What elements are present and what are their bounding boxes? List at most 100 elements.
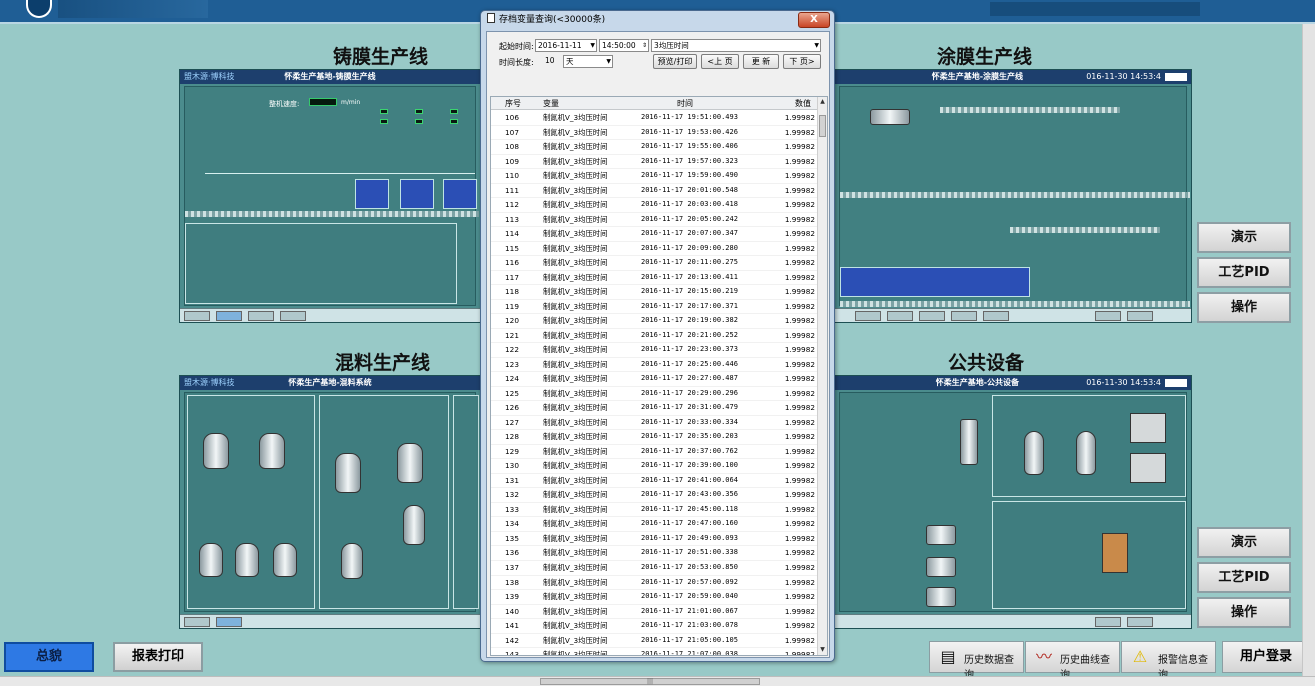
table-row[interactable]: 130 制氮机V_3均压时间 2016-11-17 20:39:00.100 1.99… [491, 459, 819, 474]
table-row[interactable]: 132 制氮机V_3均压时间 2016-11-17 20:43:00.356 1.99… [491, 488, 819, 503]
scrollbar-thumb[interactable] [819, 115, 826, 137]
alarm-query-button[interactable]: ⚠ 报警信息查询 [1121, 641, 1216, 681]
table-row[interactable]: 120 制氮机V_3均压时间 2016-11-17 20:19:00.382 1.99… [491, 314, 819, 329]
footer-tab[interactable] [887, 311, 913, 321]
footer-tab[interactable] [1095, 311, 1121, 321]
footer-tab[interactable] [919, 311, 945, 321]
window-vertical-scrollbar[interactable] [1302, 24, 1315, 676]
footer-tab[interactable] [983, 311, 1009, 321]
table-row[interactable]: 138 制氮机V_3均压时间 2016-11-17 20:57:00.092 1.99… [491, 576, 819, 591]
preview-print-button[interactable]: 预览/打印 [653, 54, 697, 69]
operate-button[interactable]: 操作 [1197, 292, 1291, 323]
row-variable: 制氮机V_3均压时间 [543, 316, 608, 326]
footer-tab[interactable] [951, 311, 977, 321]
scroll-down-icon[interactable]: ▼ [818, 645, 827, 655]
operate-button[interactable]: 操作 [1197, 597, 1291, 628]
table-row[interactable]: 131 制氮机V_3均压时间 2016-11-17 20:41:00.064 1.99… [491, 474, 819, 489]
table-row[interactable]: 129 制氮机V_3均压时间 2016-11-17 20:37:00.762 1.99… [491, 445, 819, 460]
footer-tab[interactable] [184, 617, 210, 627]
table-row[interactable]: 117 制氮机V_3均压时间 2016-11-17 20:13:00.411 1.99… [491, 271, 819, 286]
casting-line-panel[interactable]: 盟木源·博科技 怀柔生产基地-铸膜生产线 整机速度: m/min [179, 69, 481, 323]
table-row[interactable]: 108 制氮机V_3均压时间 2016-11-17 19:55:00.406 1.99… [491, 140, 819, 155]
table-row[interactable]: 115 制氮机V_3均压时间 2016-11-17 20:09:00.280 1.99… [491, 242, 819, 257]
archive-data-table[interactable]: 序号 变量 时间 数值 106 制氮机V_3均压时间 2016-11-17 19:5… [490, 96, 828, 656]
curve-chart-icon: 〰 [1035, 647, 1052, 666]
table-row[interactable]: 112 制氮机V_3均压时间 2016-11-17 20:03:00.418 1.99… [491, 198, 819, 213]
start-date-picker[interactable]: 2016-11-11 ▼ [535, 39, 597, 52]
table-scrollbar[interactable]: ▲ ▼ [817, 97, 827, 655]
table-row[interactable]: 125 制氮机V_3均压时间 2016-11-17 20:29:00.296 1.99… [491, 387, 819, 402]
row-variable: 制氮机V_3均压时间 [543, 635, 608, 645]
table-row[interactable]: 127 制氮机V_3均压时间 2016-11-17 20:33:00.334 1.99… [491, 416, 819, 431]
public-equipment-panel[interactable]: 怀柔生产基地-公共设备 016-11-30 14:53:4 [834, 375, 1192, 629]
table-row[interactable]: 142 制氮机V_3均压时间 2016-11-17 21:05:00.105 1.99… [491, 634, 819, 649]
table-row[interactable]: 135 制氮机V_3均压时间 2016-11-17 20:49:00.093 1.99… [491, 532, 819, 547]
table-row[interactable]: 107 制氮机V_3均压时间 2016-11-17 19:53:00.426 1.99… [491, 126, 819, 141]
history-data-button[interactable]: ▤ 历史数据查询 [929, 641, 1024, 681]
start-time-spinner[interactable]: 14:50:00 ⇕ [599, 39, 649, 52]
demo-button[interactable]: 演示 [1197, 527, 1291, 558]
table-row[interactable]: 133 制氮机V_3均压时间 2016-11-17 20:45:00.118 1.99… [491, 503, 819, 518]
table-row[interactable]: 116 制氮机V_3均压时间 2016-11-17 20:11:00.275 1.99… [491, 256, 819, 271]
dialog-titlebar[interactable]: 存档变量查询(<30000条) [487, 13, 605, 27]
table-row[interactable]: 111 制氮机V_3均压时间 2016-11-17 20:01:00.548 1.99… [491, 184, 819, 199]
variable-select[interactable]: 3均压时间 ▼ [651, 39, 821, 52]
table-row[interactable]: 141 制氮机V_3均压时间 2016-11-17 21:03:00.078 1.99… [491, 619, 819, 634]
archive-query-dialog[interactable]: 存档变量查询(<30000条) X 起始时间: 2016-11-11 ▼ 14:5… [480, 10, 835, 662]
table-row[interactable]: 114 制氮机V_3均压时间 2016-11-17 20:07:00.347 1.99… [491, 227, 819, 242]
scroll-up-icon[interactable]: ▲ [818, 97, 827, 107]
table-row[interactable]: 139 制氮机V_3均压时间 2016-11-17 20:59:00.040 1.99… [491, 590, 819, 605]
table-row[interactable]: 110 制氮机V_3均压时间 2016-11-17 19:59:00.490 1.99… [491, 169, 819, 184]
footer-tab[interactable] [855, 311, 881, 321]
demo-button[interactable]: 演示 [1197, 222, 1291, 253]
prev-page-button[interactable]: <上 页 [701, 54, 739, 69]
next-page-button[interactable]: 下 页> [783, 54, 821, 69]
table-row[interactable]: 128 制氮机V_3均压时间 2016-11-17 20:35:00.203 1.99… [491, 430, 819, 445]
refresh-button[interactable]: 更 新 [743, 54, 779, 69]
table-row[interactable]: 121 制氮机V_3均压时间 2016-11-17 20:21:00.252 1.99… [491, 329, 819, 344]
row-value: 1.99982 [784, 345, 815, 355]
table-row[interactable]: 137 制氮机V_3均压时间 2016-11-17 20:53:00.850 1.99… [491, 561, 819, 576]
table-row[interactable]: 122 制氮机V_3均压时间 2016-11-17 20:23:00.373 1.99… [491, 343, 819, 358]
column-header-time[interactable]: 时间 [677, 98, 693, 109]
table-row[interactable]: 143 制氮机V_3均压时间 2016-11-17 21:07:00.038 1.99… [491, 648, 819, 655]
row-index: 113 [505, 214, 519, 224]
table-row[interactable]: 126 制氮机V_3均压时间 2016-11-17 20:31:00.479 1.99… [491, 401, 819, 416]
footer-tab[interactable] [248, 311, 274, 321]
coating-line-panel[interactable]: 怀柔生产基地-涂膜生产线 016-11-30 14:53:4 [834, 69, 1192, 323]
table-row[interactable]: 124 制氮机V_3均压时间 2016-11-17 20:27:00.487 1.99… [491, 372, 819, 387]
table-row[interactable]: 134 制氮机V_3均压时间 2016-11-17 20:47:00.160 1.99… [491, 517, 819, 532]
user-login-button[interactable]: 用户登录 [1222, 641, 1310, 673]
report-print-button[interactable]: 报表打印 [113, 642, 203, 672]
table-row[interactable]: 136 制氮机V_3均压时间 2016-11-17 20:51:00.338 1.99… [491, 546, 819, 561]
time-length-input[interactable]: 10 [543, 55, 563, 68]
table-row[interactable]: 123 制氮机V_3均压时间 2016-11-17 20:25:00.446 1.99… [491, 358, 819, 373]
footer-tab[interactable] [184, 311, 210, 321]
table-row[interactable]: 119 制氮机V_3均压时间 2016-11-17 20:17:00.371 1.99… [491, 300, 819, 315]
history-curve-button[interactable]: 〰 历史曲线查询 [1025, 641, 1120, 681]
dialog-body: 起始时间: 2016-11-11 ▼ 14:50:00 ⇕ 3均压时间 ▼ 时间长度:… [486, 31, 830, 658]
table-row[interactable]: 109 制氮机V_3均压时间 2016-11-17 19:57:00.323 1.99… [491, 155, 819, 170]
column-header-variable[interactable]: 变量 [543, 98, 559, 109]
mixing-vessel [335, 453, 361, 493]
window-horizontal-scrollbar[interactable]: ||| [0, 676, 1315, 686]
footer-tab[interactable] [280, 311, 306, 321]
footer-tab-active[interactable] [216, 311, 242, 321]
table-row[interactable]: 106 制氮机V_3均压时间 2016-11-17 19:51:00.493 1.99… [491, 111, 819, 126]
process-pid-button[interactable]: 工艺PID [1197, 257, 1291, 288]
table-row[interactable]: 140 制氮机V_3均压时间 2016-11-17 21:01:00.067 1.99… [491, 605, 819, 620]
column-header-index[interactable]: 序号 [505, 98, 521, 109]
time-unit-select[interactable]: 天 ▼ [563, 55, 613, 68]
footer-tab[interactable] [1095, 617, 1121, 627]
process-pid-button[interactable]: 工艺PID [1197, 562, 1291, 593]
table-row[interactable]: 118 制氮机V_3均压时间 2016-11-17 20:15:00.219 1.99… [491, 285, 819, 300]
column-header-value[interactable]: 数值 [795, 98, 811, 109]
row-value: 1.99982 [784, 577, 815, 587]
overview-button[interactable]: 总貌 [4, 642, 94, 672]
close-button[interactable]: X [798, 12, 830, 28]
footer-tab-active[interactable] [216, 617, 242, 627]
mixing-line-panel[interactable]: 盟木源·博科技 怀柔生产基地-混料系统 [179, 375, 481, 629]
row-index: 130 [505, 461, 519, 471]
scrollbar-thumb[interactable]: ||| [540, 678, 760, 685]
table-row[interactable]: 113 制氮机V_3均压时间 2016-11-17 20:05:00.242 1.99… [491, 213, 819, 228]
